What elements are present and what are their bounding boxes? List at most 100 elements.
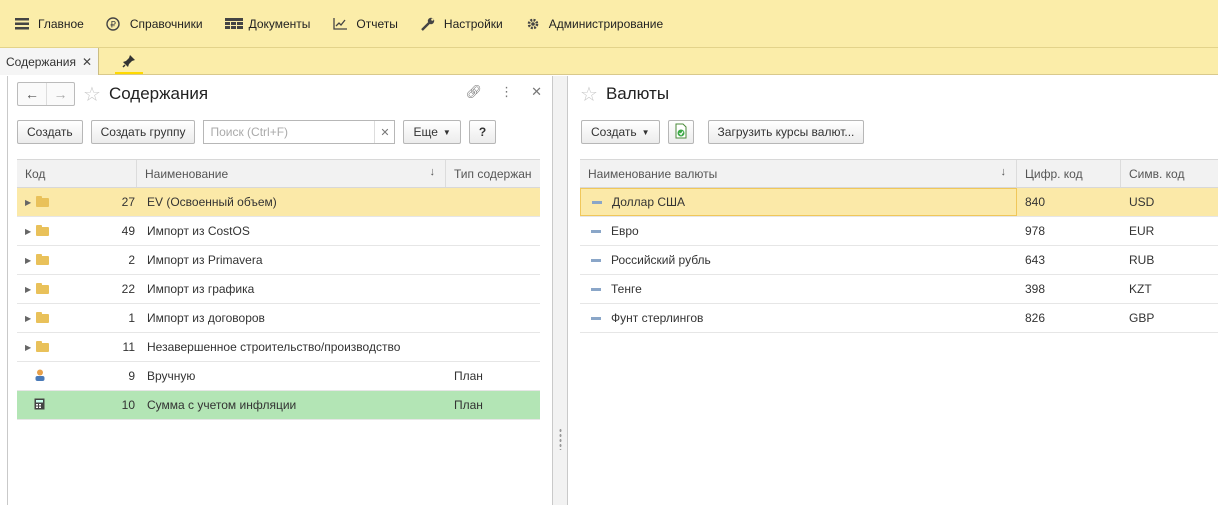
column-header-code[interactable]: Код [17,160,137,187]
menu-item-reports[interactable]: Отчеты [332,17,398,31]
table-row[interactable]: ▶ 11 Незавершенное строительство/производс… [17,333,540,362]
column-header-name[interactable]: Наименование ↓ [137,160,446,187]
load-rates-button[interactable]: Загрузить курсы валют... [707,120,865,144]
export-button[interactable] [667,120,694,144]
cell-name: Импорт из договоров [147,311,265,325]
pin-icon[interactable] [115,50,143,74]
item-dash-icon [591,287,601,291]
create-group-button[interactable]: Создать группу [90,120,196,144]
cell-name: EV (Освоенный объем) [147,195,277,209]
expand-arrow-icon[interactable]: ▶ [25,285,31,294]
folder-icon [36,253,50,265]
create-button-label: Создать [591,125,637,139]
star-icon[interactable]: ☆ [83,82,101,107]
cell-currency: Тенге [580,275,1017,303]
create-button[interactable]: Создать [17,120,83,144]
code-value: 22 [121,282,135,296]
expand-arrow-icon[interactable]: ▶ [25,227,31,236]
menu-item-label: Главное [38,17,84,31]
cell-code: 9 [17,362,137,390]
chevron-down-icon: ▼ [641,127,650,137]
menu-item-label: Документы [248,17,311,31]
menu-item-main[interactable]: Главное [14,17,84,31]
forward-arrow-icon[interactable]: → [46,83,74,105]
cell-name: Вручную [147,369,196,383]
panel-header: ☆ Валюты [568,76,1218,112]
cell-sym-code: USD [1129,195,1155,209]
column-header-num-code[interactable]: Цифр. код [1017,160,1121,187]
cell-num-code: 398 [1025,282,1046,296]
back-arrow-icon[interactable]: ← [18,83,46,105]
cell-type [446,304,540,332]
cell-currency: Доллар США [580,188,1017,216]
cell-num-code: 978 [1025,224,1046,238]
cell-num-code: 643 [1025,253,1046,267]
file-green-icon [674,123,688,142]
cell-code: ▶ 2 [17,246,137,274]
table-row[interactable]: 9 Вручную План [17,362,540,391]
clear-icon[interactable]: ✕ [374,121,394,143]
search-input[interactable] [204,125,375,139]
table-row[interactable]: Фунт стерлингов 826 GBP [580,304,1218,333]
table-row[interactable]: ▶ 27 EV (Освоенный объем) [17,188,540,217]
panel-header: ← → ☆ Содержания 🔗︎ ⋮ ✕ [8,76,552,112]
item-dash-icon [591,229,601,233]
close-icon[interactable]: ✕ [531,84,542,100]
cell-code: 10 [17,391,137,419]
cell-code: ▶ 27 [17,188,137,216]
table-row[interactable]: 10 Сумма с учетом инфляции План [17,391,540,420]
left-toolbar: Создать Создать группу ✕ Еще ▼ ? [8,119,552,145]
row-icon-wrap: ▶ [25,340,50,352]
menu-item-documents[interactable]: Документы [224,17,311,31]
column-header-sym-code[interactable]: Симв. код [1121,160,1218,187]
table-row[interactable]: Российский рубль 643 RUB [580,246,1218,275]
column-header-type[interactable]: Тип содержан [446,160,540,187]
menu-item-references[interactable]: ₽ Справочники [106,17,203,31]
folder-icon [36,340,50,352]
cell-sym-code: KZT [1129,282,1152,296]
panel-splitter[interactable] [552,76,567,505]
table-row[interactable]: ▶ 2 Импорт из Primavera [17,246,540,275]
link-icon[interactable]: 🔗︎ [466,84,483,100]
calculator-icon [34,398,45,413]
table-row[interactable]: Тенге 398 KZT [580,275,1218,304]
user-icon [34,369,46,384]
expand-arrow-icon[interactable]: ▶ [25,198,31,207]
help-button[interactable]: ? [468,120,497,144]
table-body: ▶ 27 EV (Освоенный объем) ▶ 49 Импорт из Cost… [17,188,540,420]
more-button[interactable]: Еще ▼ [403,120,461,144]
cell-code: ▶ 49 [17,217,137,245]
create-button[interactable]: Создать ▼ [581,120,660,144]
menu-item-settings[interactable]: Настройки [420,17,503,31]
tab-contents[interactable]: Содержания ✕ [0,48,100,75]
code-value: 9 [128,369,135,383]
svg-text:₽: ₽ [110,21,116,31]
table-row[interactable]: ▶ 49 Импорт из CostOS [17,217,540,246]
table-body: Доллар США 840 USD Евро 978 EUR Российский руб… [580,188,1218,333]
expand-arrow-icon[interactable]: ▶ [25,314,31,323]
currencies-table: Наименование валюты ↓ Цифр. код Симв. ко… [580,159,1218,333]
page-title: Содержания [108,84,209,103]
column-header-currency[interactable]: Наименование валюты ↓ [580,160,1017,187]
more-vertical-icon[interactable]: ⋮ [500,84,513,100]
star-icon[interactable]: ☆ [580,82,598,107]
cell-type: План [454,398,483,412]
close-icon[interactable]: ✕ [82,55,92,69]
panel-actions: 🔗︎ ⋮ ✕ [466,84,542,100]
menu-item-label: Отчеты [356,17,398,31]
currencies-panel: ☆ Валюты Создать ▼ Загрузить курсы валют… [567,76,1218,505]
currency-name: Тенге [611,282,642,296]
expand-arrow-icon[interactable]: ▶ [25,343,31,352]
code-value: 27 [121,195,135,209]
table-row[interactable]: Доллар США 840 USD [580,188,1218,217]
row-icon-wrap: ▶ [25,224,50,236]
table-row[interactable]: Евро 978 EUR [580,217,1218,246]
cell-type [446,246,540,274]
menu-item-admin[interactable]: Администрирование [525,17,663,31]
table-row[interactable]: ▶ 22 Импорт из графика [17,275,540,304]
column-header-label: Наименование валюты [588,166,718,181]
table-row[interactable]: ▶ 1 Импорт из договоров [17,304,540,333]
row-icon-wrap: ▶ [25,282,50,294]
expand-arrow-icon[interactable]: ▶ [25,256,31,265]
folder-icon [36,195,50,207]
